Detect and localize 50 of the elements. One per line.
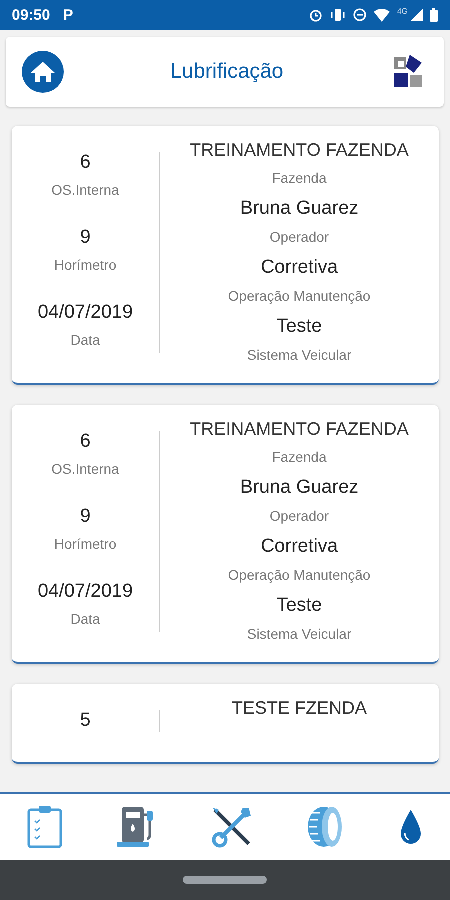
field-label: Fazenda (272, 170, 327, 186)
network-type: 4G (397, 7, 408, 16)
field-value: Bruna Guarez (240, 477, 359, 499)
field-label: OS.Interna (52, 182, 120, 198)
field-label: Sistema Veicular (247, 347, 352, 363)
field-label: Operação Manutenção (228, 288, 371, 304)
field-label: Horímetro (54, 257, 117, 273)
field-label: Operador (270, 508, 330, 524)
home-gesture-handle[interactable] (183, 876, 267, 884)
signal-icon (411, 9, 423, 21)
record-card[interactable]: 6 OS.Interna 9 Horímetro 04/07/2019 Data TREINAMENTO FAZENDA Fazenda Bruna Guarez Operador Corretiva Operação Manutenção Teste Sistema Veicular (12, 405, 439, 664)
wifi-icon (374, 8, 390, 22)
field-label: Horímetro (54, 536, 117, 552)
field-value: Corretiva (260, 257, 338, 279)
field-value: 6 (80, 152, 91, 174)
notification-icon: P (63, 6, 74, 24)
field-label: Data (70, 332, 100, 348)
record-card[interactable]: 6 OS.Interna 9 Horímetro 04/07/2019 Data TREINAMENTO FAZENDA Fazenda Bruna Guarez Operador Corretiva Operação Manutenção Teste Sistema Veicular (12, 126, 439, 385)
field-label: Sistema Veicular (247, 626, 352, 642)
battery-icon (430, 8, 438, 22)
field-value: Teste (276, 316, 322, 338)
field-label: Data (70, 611, 100, 627)
field-label: Operador (270, 229, 330, 245)
field-value: 6 (80, 431, 91, 453)
water-drop-icon (399, 809, 424, 845)
home-icon[interactable] (22, 51, 64, 93)
field-value: 04/07/2019 (38, 581, 134, 603)
vibrate-icon (330, 8, 346, 22)
screen-title: Lubrificação (169, 60, 285, 84)
record-card[interactable]: 5 TESTE FZENDA (12, 684, 439, 764)
nav-tab[interactable] (399, 809, 424, 845)
field-label: Fazenda (272, 449, 327, 465)
field-value: 9 (80, 227, 91, 249)
field-value: TREINAMENTO FAZENDA (190, 140, 409, 161)
tools-icon (210, 806, 253, 848)
clipboard-icon (26, 805, 63, 849)
field-label: OS.Interna (52, 461, 120, 477)
field-value: 5 (80, 710, 91, 732)
field-value: Corretiva (260, 536, 338, 558)
nav-tab[interactable] (210, 806, 253, 848)
field-label: Operação Manutenção (228, 567, 371, 583)
field-value: TESTE FZENDA (232, 698, 367, 719)
field-value: 04/07/2019 (38, 302, 134, 324)
field-value: 9 (80, 506, 91, 528)
status-time: 09:50 (12, 6, 50, 24)
field-value: Bruna Guarez (240, 198, 359, 220)
field-value: TREINAMENTO FAZENDA (190, 419, 409, 440)
do-not-disturb-icon (353, 8, 368, 22)
alarm-icon (309, 8, 324, 22)
field-value: Teste (276, 595, 322, 617)
